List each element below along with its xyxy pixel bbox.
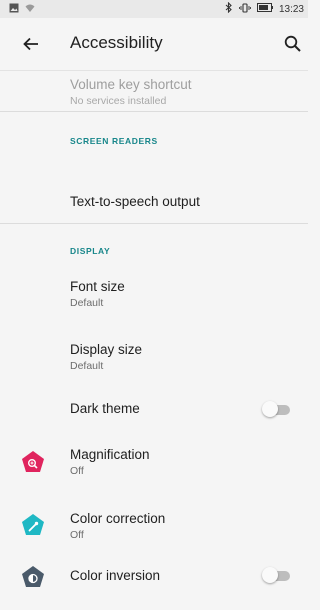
- dark-theme-title: Dark theme: [70, 401, 140, 416]
- color-inversion-toggle[interactable]: [262, 567, 292, 583]
- divider: [0, 111, 308, 112]
- font-size-title: Font size: [70, 279, 125, 294]
- volume-key-shortcut-title: Volume key shortcut: [70, 77, 192, 92]
- color-correction-subtitle: Off: [70, 529, 84, 541]
- display-size-title: Display size: [70, 342, 143, 357]
- font-size-item[interactable]: Font size Default: [0, 270, 308, 318]
- bluetooth-icon: [225, 1, 233, 16]
- divider: [0, 223, 308, 224]
- inversion-icon: [22, 566, 44, 587]
- font-size-subtitle: Default: [70, 297, 104, 309]
- color-correction-title: Color correction: [70, 511, 166, 526]
- search-button[interactable]: [282, 33, 304, 55]
- status-bar: 13:23: [0, 0, 308, 18]
- volume-key-shortcut-subtitle: No services installed: [70, 95, 167, 107]
- page-title: Accessibility: [70, 33, 163, 52]
- text-to-speech-item[interactable]: Text-to-speech output: [0, 186, 308, 220]
- color-inversion-title: Color inversion: [70, 568, 161, 583]
- display-size-subtitle: Default: [70, 360, 104, 372]
- status-time: 13:23: [278, 3, 304, 15]
- dark-theme-toggle[interactable]: [262, 401, 292, 417]
- magnification-item[interactable]: Magnification Off: [0, 438, 308, 486]
- text-to-speech-title: Text-to-speech output: [70, 194, 200, 209]
- magnify-icon: [22, 451, 44, 472]
- section-header-screen-readers: SCREEN READERS: [70, 136, 158, 146]
- wifi-icon: [25, 3, 35, 16]
- arrow-left-icon: [23, 37, 38, 51]
- display-size-item[interactable]: Display size Default: [0, 333, 308, 381]
- magnification-subtitle: Off: [70, 465, 84, 477]
- search-icon: [284, 35, 301, 52]
- battery-icon: [256, 3, 273, 15]
- back-button[interactable]: [20, 33, 42, 55]
- image-notification-icon: [9, 3, 19, 16]
- app-bar: Accessibility: [0, 18, 308, 71]
- color-correction-item[interactable]: Color correction Off: [0, 502, 308, 550]
- vibrate-icon: [239, 2, 251, 16]
- dark-theme-item[interactable]: Dark theme: [0, 393, 308, 427]
- volume-key-shortcut-item[interactable]: Volume key shortcut No services installe…: [0, 70, 308, 111]
- eyedropper-icon: [22, 514, 44, 535]
- color-inversion-item[interactable]: Color inversion: [0, 560, 308, 594]
- magnification-title: Magnification: [70, 447, 150, 462]
- section-header-display: DISPLAY: [70, 246, 111, 256]
